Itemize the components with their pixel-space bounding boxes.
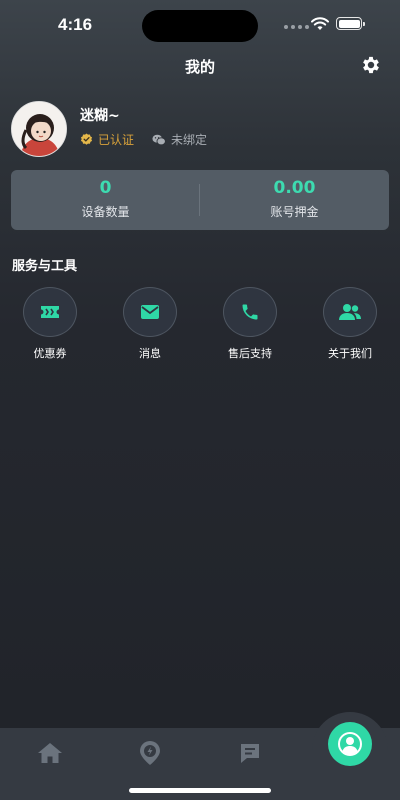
- tool-icon-circle: [223, 287, 277, 337]
- verified-shield-icon: [80, 133, 93, 145]
- tab-map[interactable]: [135, 738, 165, 768]
- status-time: 4:16: [58, 15, 93, 34]
- wechat-bind-status[interactable]: 未绑定: [152, 131, 207, 148]
- tool-label: 消息: [139, 347, 161, 360]
- page-title: 我的: [184, 58, 215, 76]
- stat-account-deposit[interactable]: 0.00 账号押金: [200, 170, 389, 230]
- orders-icon: [241, 744, 259, 763]
- tool-label: 优惠券: [33, 347, 67, 360]
- tool-label: 关于我们: [328, 347, 372, 360]
- stats-card: 0 设备数量 0.00 账号押金: [11, 170, 389, 230]
- tool-coupon[interactable]: 优惠券: [10, 287, 90, 361]
- dynamic-island: [142, 10, 258, 42]
- verified-badge: 已认证: [80, 131, 134, 148]
- home-indicator: [129, 788, 271, 793]
- tool-icon-circle: [323, 287, 377, 337]
- tool-label: 售后支持: [228, 347, 272, 360]
- tool-about-us[interactable]: 关于我们: [310, 287, 390, 361]
- tab-profile-active[interactable]: [328, 722, 372, 766]
- avatar[interactable]: [11, 101, 67, 157]
- wechat-label: 未绑定: [171, 133, 208, 147]
- home-icon: [38, 743, 62, 763]
- mail-icon: [141, 305, 159, 319]
- avatar-illustration: [12, 102, 66, 156]
- profile-icon: [338, 732, 362, 756]
- verified-label: 已认证: [98, 133, 135, 147]
- tool-after-sales[interactable]: 售后支持: [210, 287, 290, 361]
- tab-orders[interactable]: [235, 738, 265, 768]
- stat-label: 设备数量: [81, 205, 130, 219]
- profile-badges: 已认证 未绑定: [80, 131, 207, 148]
- battery-icon: [336, 17, 365, 30]
- stat-value: 0.00: [273, 178, 316, 198]
- phone-icon: [242, 304, 258, 320]
- location-icon: [140, 741, 160, 765]
- stat-device-count[interactable]: 0 设备数量: [11, 170, 200, 230]
- tool-messages[interactable]: 消息: [110, 287, 190, 361]
- tool-icon-circle: [23, 287, 77, 337]
- settings-gear-icon[interactable]: [360, 54, 382, 76]
- wechat-icon: [152, 134, 166, 145]
- stat-value: 0: [99, 178, 112, 198]
- tool-icon-circle: [123, 287, 177, 337]
- users-icon: [339, 304, 361, 320]
- wifi-icon: [311, 17, 329, 30]
- stat-label: 账号押金: [270, 205, 319, 219]
- services-section-title: 服务与工具: [12, 259, 78, 274]
- tab-home[interactable]: [35, 738, 65, 768]
- username: 迷糊~: [80, 108, 120, 124]
- status-bar: 4:16: [0, 0, 400, 50]
- ticket-icon: [41, 306, 59, 318]
- signal-icon: [284, 25, 309, 29]
